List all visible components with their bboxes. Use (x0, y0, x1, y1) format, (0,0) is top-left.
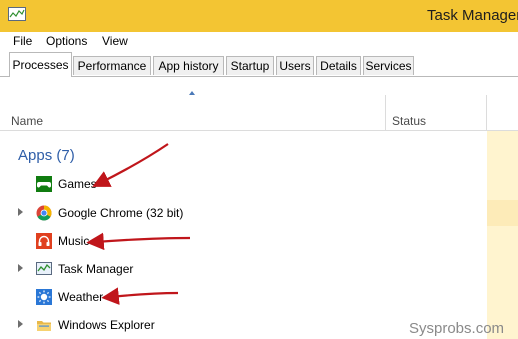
list-item-label: Google Chrome (32 bit) (58, 206, 184, 220)
tab-startup[interactable]: Startup (226, 56, 274, 75)
tab-details[interactable]: Details (316, 56, 361, 75)
tab-strip: Processes Performance App history Startu… (0, 51, 518, 77)
window-title: Task Manager (427, 7, 518, 24)
title-bar: Task Manager (0, 0, 518, 32)
expand-chevron-icon[interactable] (18, 208, 23, 216)
column-name-header[interactable]: Name (11, 114, 43, 128)
tab-services[interactable]: Services (363, 56, 414, 75)
menu-bar: File Options View (0, 32, 518, 51)
list-item[interactable]: Music (0, 228, 487, 254)
menu-file[interactable]: File (13, 34, 32, 48)
tab-performance[interactable]: Performance (73, 56, 151, 75)
tab-users[interactable]: Users (276, 56, 314, 75)
list-item-label: Music (58, 234, 90, 248)
list-item[interactable]: Task Manager (0, 256, 487, 282)
column-divider[interactable] (385, 95, 386, 130)
list-item-label: Windows Explorer (58, 318, 155, 332)
apps-group-title: Apps (7) (18, 147, 75, 164)
weather-icon (36, 289, 52, 305)
row-highlight-band (487, 200, 518, 226)
games-icon (36, 176, 52, 192)
sort-up-icon[interactable] (189, 91, 195, 95)
explorer-icon (37, 321, 51, 331)
column-divider[interactable] (486, 95, 487, 130)
list-item-label: Games (58, 177, 97, 191)
task-manager-app-icon (8, 7, 26, 21)
list-item[interactable]: Weather (0, 284, 487, 310)
column-status-header[interactable]: Status (392, 114, 426, 128)
menu-options[interactable]: Options (46, 34, 87, 48)
list-item-label: Weather (58, 290, 104, 304)
expand-chevron-icon[interactable] (18, 264, 23, 272)
watermark: Sysprobs.com (409, 320, 505, 337)
chrome-icon (36, 205, 52, 221)
tab-processes[interactable]: Processes (9, 52, 72, 77)
expand-chevron-icon[interactable] (18, 320, 23, 328)
task-manager-icon (36, 262, 52, 275)
list-item-label: Task Manager (58, 262, 134, 276)
list-item[interactable]: Google Chrome (32 bit) (0, 200, 487, 226)
column-header: Name Status (0, 77, 518, 131)
music-icon (36, 233, 52, 249)
tab-app-history[interactable]: App history (153, 56, 224, 75)
menu-view[interactable]: View (102, 34, 128, 48)
list-item[interactable]: Games (0, 171, 487, 197)
